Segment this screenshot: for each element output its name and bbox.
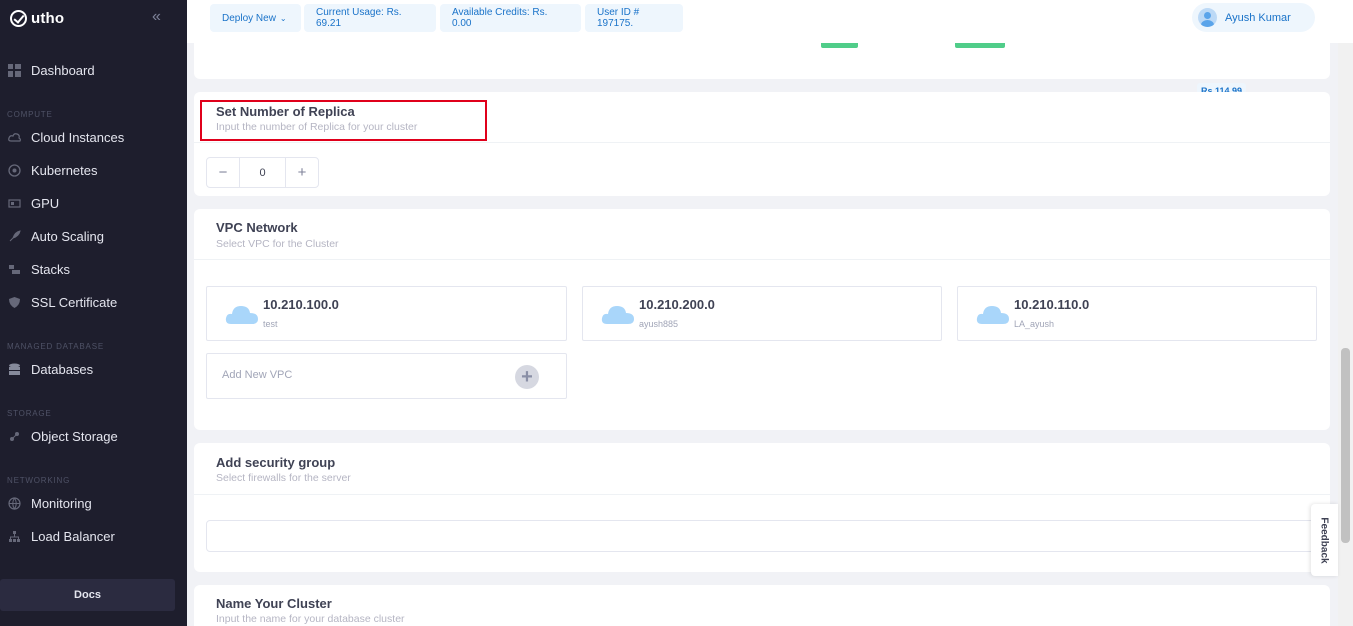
- vpc-option[interactable]: 10.210.200.0 ayush885: [582, 286, 942, 341]
- section-managed-database: MANAGED DATABASE: [7, 342, 104, 351]
- double-chevron-left-icon[interactable]: «: [152, 8, 161, 26]
- sidebar-item-label: Load Balancer: [31, 528, 115, 544]
- kubernetes-icon: [8, 163, 21, 177]
- rocket-icon: [9, 229, 21, 241]
- status-indicator: [955, 43, 1005, 48]
- sidebar-item-stacks[interactable]: Stacks: [0, 255, 187, 283]
- globe-icon: [8, 496, 21, 510]
- deploy-new-label: Deploy New: [222, 12, 276, 24]
- user-id-badge: User ID # 197175.: [585, 4, 683, 32]
- security-group-select[interactable]: [206, 520, 1316, 552]
- plus-circle-icon: +: [515, 365, 539, 389]
- cluster-name-title: Name Your Cluster: [216, 596, 332, 611]
- security-group-card: Add security group Select firewalls for …: [194, 443, 1330, 572]
- storage-icon: [10, 431, 19, 441]
- vpc-name: test: [263, 319, 278, 329]
- sidebar-item-label: Object Storage: [31, 428, 118, 444]
- section-storage: STORAGE: [7, 409, 52, 418]
- scrollbar-thumb[interactable]: [1341, 348, 1350, 543]
- cloud-icon: [976, 306, 1009, 324]
- docs-button[interactable]: Docs: [0, 579, 175, 611]
- security-subtitle: Select firewalls for the server: [216, 472, 351, 484]
- sidebar-item-label: SSL Certificate: [31, 294, 118, 310]
- vpc-option[interactable]: 10.210.110.0 LA_ayush: [957, 286, 1317, 341]
- add-new-vpc-button[interactable]: Add New VPC +: [206, 353, 567, 399]
- deploy-new-dropdown[interactable]: Deploy New ⌄: [210, 4, 301, 32]
- utho-logo-icon: [10, 9, 27, 27]
- plus-button[interactable]: +: [286, 158, 318, 187]
- vpc-title: VPC Network: [216, 220, 298, 235]
- stacks-icon: [9, 264, 20, 274]
- cloud-icon: [601, 306, 634, 324]
- cloud-icon: [225, 306, 258, 324]
- plan-card: Rs.114.99: [194, 43, 1330, 99]
- divider: [194, 259, 1330, 260]
- add-new-vpc-label: Add New VPC: [222, 369, 293, 381]
- sidebar-item-kubernetes[interactable]: Kubernetes: [0, 156, 187, 184]
- sidebar-item-gpu[interactable]: GPU: [0, 189, 187, 217]
- sidebar-item-monitoring[interactable]: Monitoring: [0, 489, 187, 517]
- status-indicator: [821, 43, 858, 48]
- security-title: Add security group: [216, 455, 336, 470]
- brand-name: utho: [31, 9, 65, 27]
- page-scrollbar[interactable]: [1338, 43, 1353, 626]
- vpc-subtitle: Select VPC for the Cluster: [216, 238, 339, 250]
- sidebar-item-object-storage[interactable]: Object Storage: [0, 422, 187, 450]
- vpc-ip: 10.210.110.0: [1014, 297, 1090, 312]
- gpu-icon: [8, 198, 21, 208]
- brand-logo[interactable]: utho: [10, 8, 64, 28]
- sidebar-item-label: Databases: [31, 361, 94, 377]
- sidebar-item-databases[interactable]: Databases: [0, 355, 187, 383]
- network-icon: [9, 530, 20, 542]
- user-name: Ayush Kumar: [1225, 11, 1291, 24]
- divider: [194, 142, 1330, 143]
- section-compute: COMPUTE: [7, 110, 53, 119]
- chevron-down-icon: ⌄: [279, 13, 287, 23]
- divider: [194, 494, 1330, 495]
- replica-stepper[interactable]: − 0 +: [206, 157, 319, 188]
- sidebar-item-load-balancer[interactable]: Load Balancer: [0, 522, 187, 550]
- sidebar-item-label: Monitoring: [31, 495, 92, 511]
- cluster-name-card: Name Your Cluster Input the name for you…: [194, 585, 1330, 626]
- sidebar: utho « Dashboard COMPUTE Cloud Instances…: [0, 0, 187, 626]
- sidebar-item-label: GPU: [31, 195, 60, 211]
- vpc-ip: 10.210.100.0: [263, 297, 339, 312]
- sidebar-item-label: Kubernetes: [31, 162, 98, 178]
- dashboard-icon: [8, 63, 21, 77]
- avatar-icon: [1198, 8, 1217, 27]
- sidebar-item-label: Auto Scaling: [31, 228, 104, 244]
- vpc-ip: 10.210.200.0: [639, 297, 715, 312]
- database-icon: [9, 363, 20, 375]
- vpc-name: LA_ayush: [1014, 319, 1055, 329]
- sidebar-item-cloud-instances[interactable]: Cloud Instances: [0, 123, 187, 151]
- sidebar-item-label: Dashboard: [31, 62, 95, 78]
- replica-count-input[interactable]: 0: [239, 158, 286, 187]
- sidebar-item-ssl-certificate[interactable]: SSL Certificate: [0, 288, 187, 316]
- minus-button[interactable]: −: [207, 158, 239, 187]
- section-networking: NETWORKING: [7, 476, 71, 485]
- cluster-name-subtitle: Input the name for your database cluster: [216, 613, 405, 625]
- sidebar-item-auto-scaling[interactable]: Auto Scaling: [0, 222, 187, 250]
- feedback-tab[interactable]: Feedback: [1311, 504, 1338, 576]
- sidebar-item-label: Cloud Instances: [31, 129, 125, 145]
- available-credits-badge: Available Credits: Rs. 0.00: [440, 4, 581, 32]
- shield-icon: [9, 296, 20, 308]
- sidebar-item-label: Stacks: [31, 261, 71, 277]
- vpc-name: ayush885: [639, 319, 679, 329]
- feedback-label: Feedback: [1319, 516, 1331, 564]
- cloud-icon: [8, 132, 21, 142]
- highlight-box: [200, 100, 487, 141]
- user-menu[interactable]: Ayush Kumar: [1192, 3, 1315, 32]
- vpc-option[interactable]: 10.210.100.0 test: [206, 286, 567, 341]
- sidebar-item-dashboard[interactable]: Dashboard: [0, 56, 187, 84]
- current-usage-badge: Current Usage: Rs. 69.21: [304, 4, 436, 32]
- top-bar: Deploy New ⌄ Current Usage: Rs. 69.21 Av…: [187, 0, 1353, 43]
